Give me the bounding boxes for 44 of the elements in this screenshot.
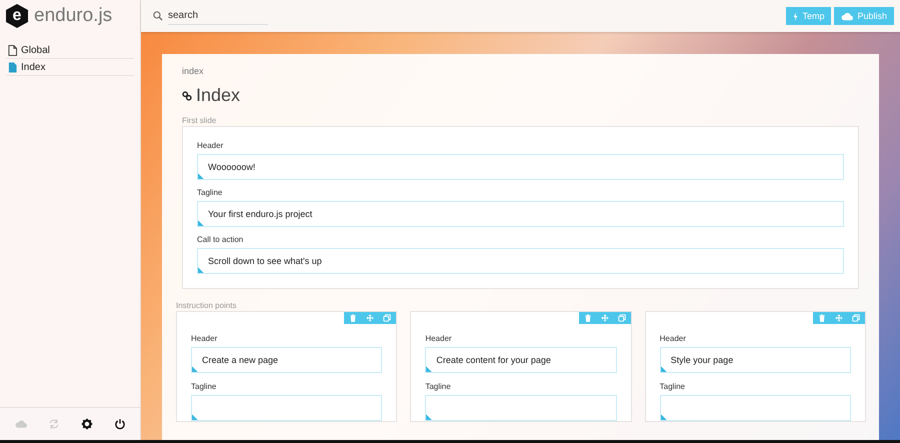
logo-text: enduro.js — [34, 5, 112, 27]
input-field[interactable] — [660, 395, 851, 421]
logo-icon: e — [6, 4, 28, 28]
input-field[interactable]: Scroll down to see what's up — [197, 248, 844, 274]
trash-icon[interactable] — [818, 314, 826, 322]
cloud-icon — [841, 12, 854, 20]
copy-icon[interactable] — [383, 314, 392, 322]
field-label: Tagline — [660, 382, 686, 391]
breadcrumb: index — [182, 66, 205, 76]
field-label: Header — [425, 334, 453, 343]
field-label: Header — [191, 334, 218, 343]
field-label: Header — [660, 334, 687, 343]
trash-icon[interactable] — [584, 314, 592, 322]
input-field[interactable] — [191, 395, 382, 421]
field-label: Tagline — [191, 382, 218, 391]
section-label: First slide — [182, 116, 218, 125]
section-label: Instruction points — [176, 301, 238, 310]
input-field[interactable]: Create content for your page — [425, 347, 617, 373]
move-icon[interactable] — [834, 314, 843, 322]
move-icon[interactable] — [600, 314, 609, 322]
field-label: Call to action — [197, 235, 244, 244]
move-icon[interactable] — [366, 314, 374, 322]
field-label: Header — [197, 141, 224, 150]
input-field[interactable]: Style your page — [660, 347, 851, 373]
copy-icon[interactable] — [618, 314, 626, 322]
sidebar-item[interactable]: Index — [6, 59, 134, 76]
input-field[interactable]: Your first enduro.js project — [197, 201, 844, 227]
search-icon — [153, 11, 163, 21]
field-label: Tagline — [425, 382, 452, 391]
input-field[interactable]: Woooooow! — [197, 154, 844, 180]
search-field[interactable]: search — [168, 8, 268, 24]
copy-icon[interactable] — [852, 314, 860, 322]
trash-icon[interactable] — [349, 314, 358, 322]
input-field[interactable] — [425, 395, 617, 421]
settings-icon[interactable] — [80, 418, 92, 430]
link-icon — [182, 90, 192, 100]
file-icon — [8, 44, 17, 56]
input-field[interactable]: Create a new page — [191, 347, 382, 373]
sidebar-item[interactable]: Global — [6, 42, 134, 59]
file-icon — [8, 62, 17, 72]
power-icon[interactable] — [114, 418, 126, 430]
field-label: Tagline — [197, 188, 224, 197]
bolt-icon — [793, 12, 798, 20]
page-title: Index — [196, 85, 240, 106]
